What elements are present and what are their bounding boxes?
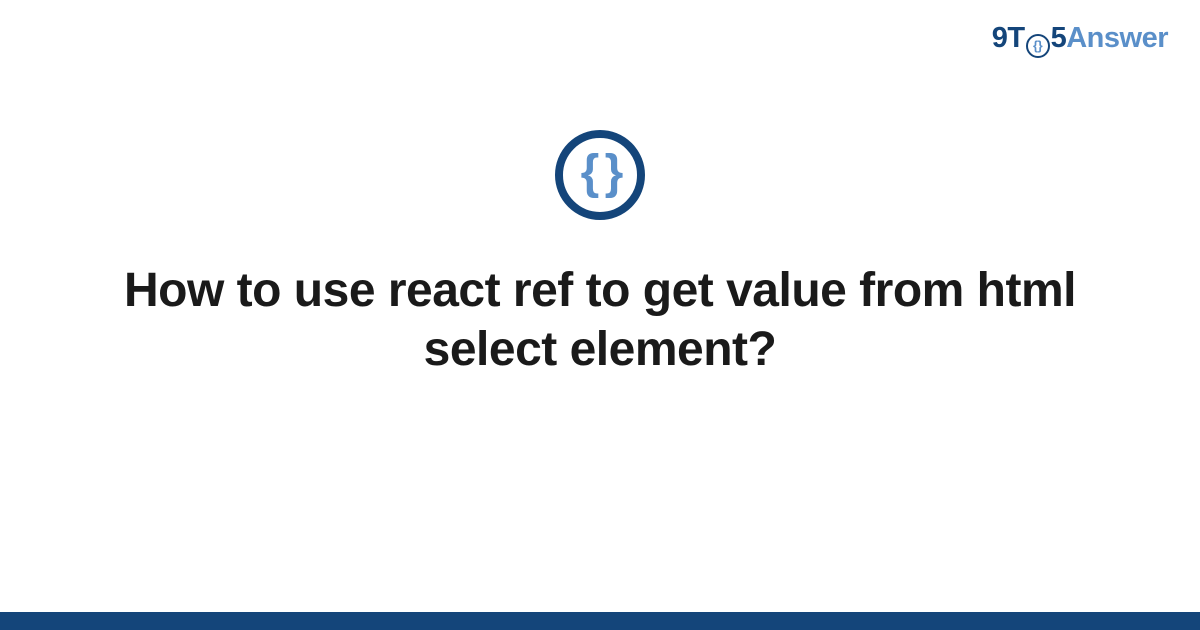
logo-circle-icon: {} [1026, 34, 1050, 58]
code-braces-icon: { } [555, 130, 645, 220]
logo-text-answer: Answer [1066, 22, 1168, 55]
bottom-accent-bar [0, 612, 1200, 630]
logo-text-5: 5 [1051, 22, 1067, 55]
logo-text-9t: 9T [992, 22, 1025, 55]
question-title: How to use react ref to get value from h… [0, 262, 1200, 379]
category-icon: { } [555, 130, 645, 220]
logo-circle-inner: {} [1033, 39, 1042, 52]
braces-glyph: { } [581, 149, 620, 197]
site-logo: 9T {} 5 Answer [992, 22, 1168, 55]
